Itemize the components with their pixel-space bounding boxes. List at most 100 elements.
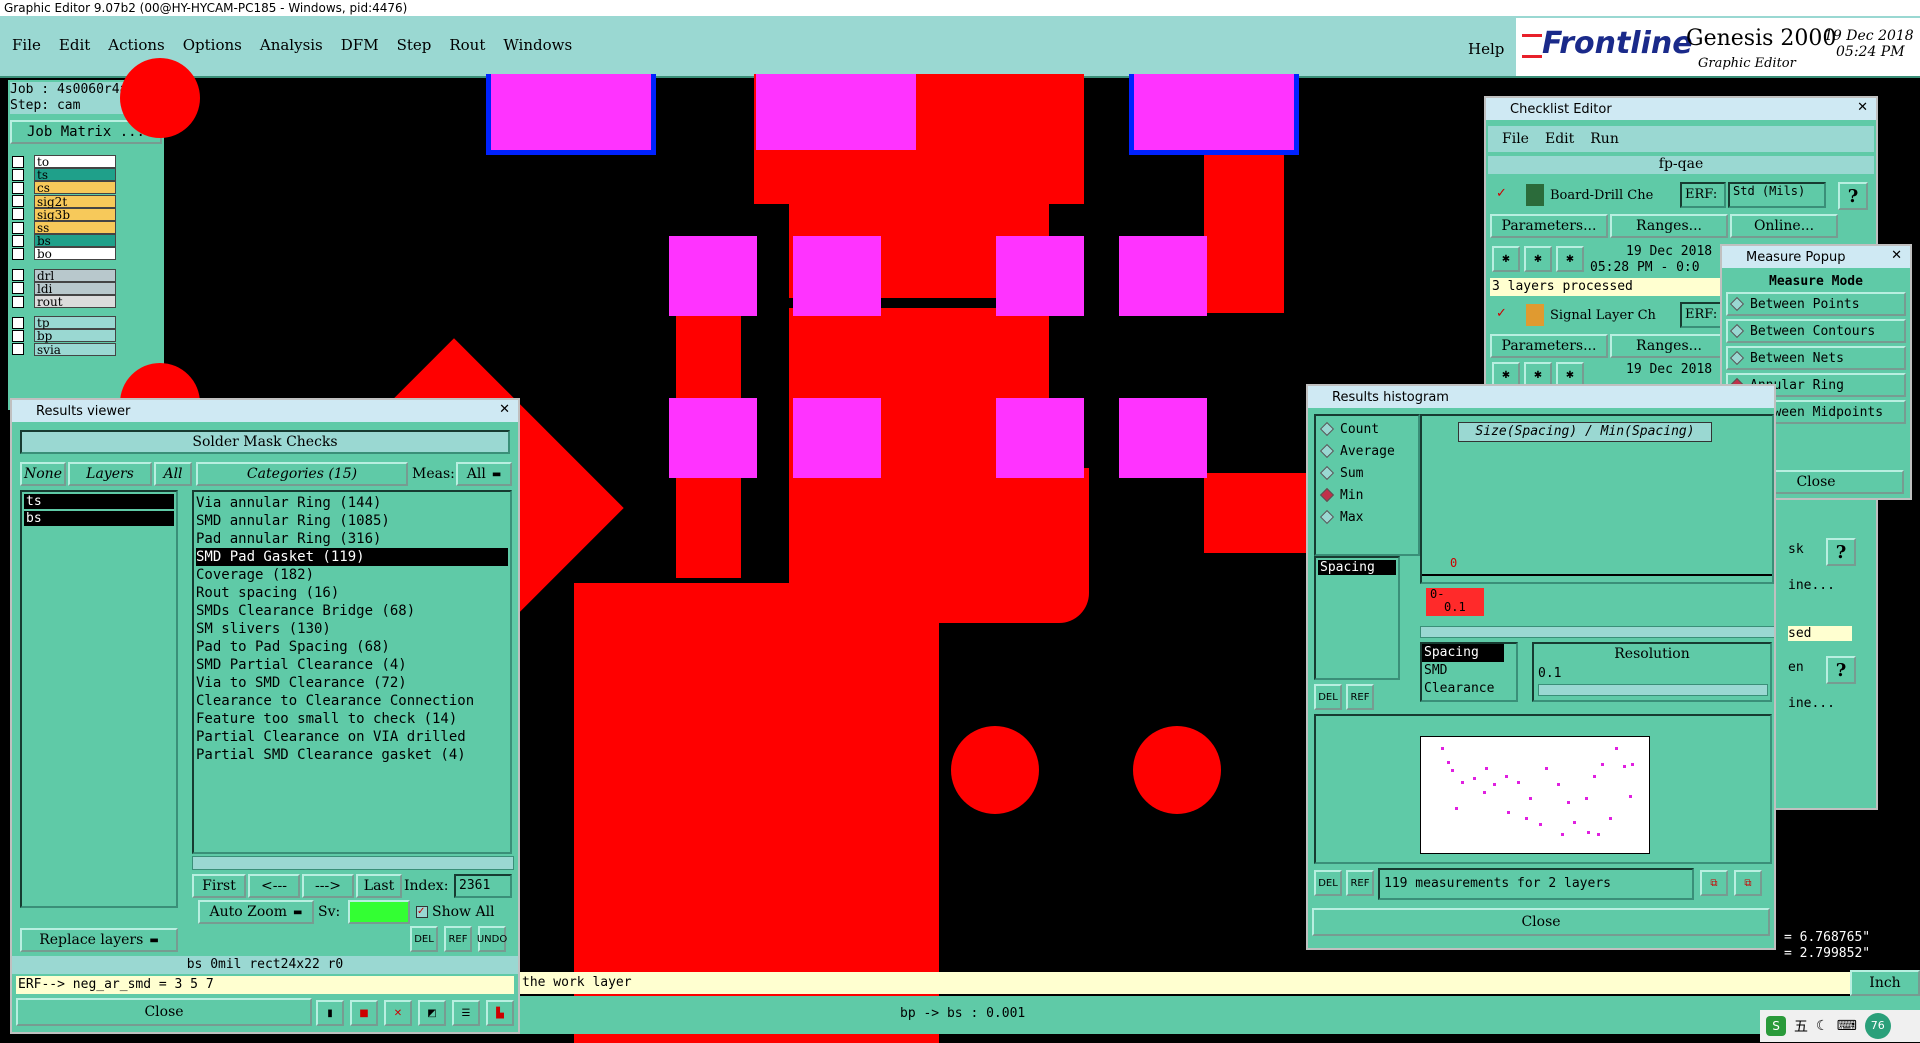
- run-icon[interactable]: ✱: [1524, 246, 1552, 272]
- histogram-mode-count[interactable]: Count: [1318, 418, 1416, 440]
- layer-name[interactable]: svia: [34, 342, 116, 356]
- layer-checkbox[interactable]: [12, 269, 24, 282]
- category-item[interactable]: Rout spacing (16): [196, 584, 508, 602]
- keyboard-icon[interactable]: ⌨: [1837, 1018, 1857, 1034]
- layer-checkbox[interactable]: [12, 329, 24, 342]
- histogram-mode-min[interactable]: Min: [1318, 484, 1416, 506]
- minimap[interactable]: [1314, 714, 1772, 864]
- category-item[interactable]: Coverage (182): [196, 566, 508, 584]
- measure-mode-between-contours[interactable]: Between Contours: [1726, 319, 1906, 343]
- categories-button[interactable]: Categories (15): [196, 462, 408, 486]
- check-item-board-drill[interactable]: ✓ Board-Drill Che ERF: Std (Mils): [1494, 182, 1874, 210]
- layer-checkbox[interactable]: [12, 282, 24, 295]
- category-item[interactable]: SM slivers (130): [196, 620, 508, 638]
- category-item[interactable]: Pad annular Ring (316): [196, 530, 508, 548]
- ranges-button[interactable]: Ranges...: [1610, 334, 1728, 358]
- result-layer-item[interactable]: ts: [24, 494, 174, 509]
- attribute-list-2[interactable]: Spacing SMD Clearance: [1420, 642, 1518, 702]
- parameters-button[interactable]: Parameters...: [1490, 334, 1608, 358]
- histogram-mode-average[interactable]: Average: [1318, 440, 1416, 462]
- attribute-item[interactable]: Clearance: [1422, 680, 1516, 698]
- report-icon[interactable]: ☰: [452, 1000, 480, 1026]
- layer-checkbox[interactable]: [12, 181, 24, 194]
- graph-icon[interactable]: ◩: [418, 1000, 446, 1026]
- histogram-close-button[interactable]: Close: [1312, 908, 1770, 936]
- ranges-button[interactable]: Ranges...: [1610, 214, 1728, 238]
- layer-checkbox[interactable]: [12, 168, 24, 181]
- layers-button[interactable]: Layers: [68, 462, 152, 486]
- cross-icon[interactable]: ✕: [384, 1000, 412, 1026]
- measure-mode-between-points[interactable]: Between Points: [1726, 292, 1906, 316]
- undo-icon[interactable]: UNDO: [477, 926, 507, 952]
- next-button[interactable]: --->: [302, 874, 354, 898]
- histogram-mode-max[interactable]: Max: [1318, 506, 1416, 528]
- layer-name[interactable]: cs: [34, 181, 116, 195]
- run-icon[interactable]: ✱: [1556, 246, 1584, 272]
- prev-button[interactable]: <---: [248, 874, 300, 898]
- refresh-icon[interactable]: REF: [1346, 870, 1374, 896]
- layer-checkbox[interactable]: [12, 221, 24, 234]
- delete-icon[interactable]: DEL: [410, 926, 438, 952]
- record-icon[interactable]: ■: [350, 1000, 378, 1026]
- last-button[interactable]: Last: [356, 874, 402, 898]
- menu-dfm[interactable]: DFM: [341, 36, 379, 58]
- parameters-button[interactable]: Parameters...: [1490, 214, 1608, 238]
- result-layer-item[interactable]: bs: [24, 511, 174, 526]
- checklist-file-menu[interactable]: File: [1502, 131, 1529, 147]
- histogram-mode-sum[interactable]: Sum: [1318, 462, 1416, 484]
- show-all-checkbox[interactable]: ✓ Show All: [416, 904, 495, 920]
- resolution-slider[interactable]: [1538, 684, 1768, 696]
- measure-mode-between-nets[interactable]: Between Nets: [1726, 346, 1906, 370]
- category-item[interactable]: Via annular Ring (144): [196, 494, 508, 512]
- category-item[interactable]: SMD annular Ring (1085): [196, 512, 508, 530]
- ime-icon[interactable]: S: [1766, 1016, 1786, 1036]
- menu-rout[interactable]: Rout: [449, 36, 485, 58]
- layer-checkbox[interactable]: [12, 247, 24, 260]
- histogram-scrollbar[interactable]: [1420, 626, 1774, 638]
- attribute-item[interactable]: Spacing: [1422, 644, 1504, 662]
- layer-row-rout[interactable]: rout: [12, 294, 116, 309]
- layer-name[interactable]: bs: [34, 234, 116, 248]
- histogram-bar[interactable]: 0- 0.1: [1426, 588, 1484, 616]
- layer-name[interactable]: ts: [34, 168, 116, 182]
- category-item[interactable]: SMD Pad Gasket (119): [196, 548, 508, 566]
- attribute-selected[interactable]: Spacing: [1318, 560, 1396, 575]
- layer-checkbox[interactable]: [12, 208, 24, 221]
- close-icon[interactable]: ✕: [1857, 100, 1868, 115]
- layer-checkbox[interactable]: [12, 295, 24, 308]
- units-button[interactable]: Inch: [1850, 970, 1920, 996]
- layer-checkbox[interactable]: [12, 155, 24, 168]
- attribute-item[interactable]: SMD: [1422, 662, 1516, 680]
- category-item[interactable]: Partial SMD Clearance gasket (4): [196, 746, 508, 764]
- checklist-run-menu[interactable]: Run: [1590, 131, 1619, 147]
- layer-name[interactable]: sig3b: [34, 207, 116, 221]
- category-item[interactable]: Feature too small to check (14): [196, 710, 508, 728]
- layer-name[interactable]: sig2t: [34, 194, 116, 208]
- menu-analysis[interactable]: Analysis: [260, 36, 323, 58]
- category-item[interactable]: SMDs Clearance Bridge (68): [196, 602, 508, 620]
- chart-icon[interactable]: ▮: [316, 1000, 344, 1026]
- notification-badge[interactable]: 76: [1864, 1013, 1891, 1039]
- menu-options[interactable]: Options: [183, 36, 242, 58]
- menu-edit[interactable]: Edit: [59, 36, 90, 58]
- category-list[interactable]: Via annular Ring (144) SMD annular Ring (…: [192, 490, 512, 854]
- results-close-button[interactable]: Close: [16, 998, 312, 1026]
- layer-name[interactable]: tp: [34, 316, 116, 330]
- menu-step[interactable]: Step: [397, 36, 432, 58]
- refresh-icon[interactable]: REF: [1346, 684, 1374, 710]
- help-button[interactable]: ?: [1826, 656, 1856, 684]
- help-menu[interactable]: Help: [1468, 40, 1504, 58]
- category-item[interactable]: Pad to Pad Spacing (68): [196, 638, 508, 656]
- help-button[interactable]: ?: [1838, 182, 1868, 210]
- help-button[interactable]: ?: [1826, 538, 1856, 566]
- layer-name[interactable]: bp: [34, 329, 116, 343]
- close-icon[interactable]: ✕: [499, 402, 510, 417]
- category-scrollbar[interactable]: [192, 856, 514, 870]
- category-item[interactable]: Partial Clearance on VIA drilled: [196, 728, 508, 746]
- layer-name[interactable]: ss: [34, 221, 116, 235]
- attribute-list[interactable]: Spacing: [1314, 556, 1400, 680]
- layer-checkbox[interactable]: [12, 234, 24, 247]
- checklist-edit-menu[interactable]: Edit: [1545, 131, 1574, 147]
- layer-row-bo[interactable]: bo: [12, 246, 116, 261]
- replace-layers-dropdown[interactable]: Replace layers ▬: [20, 928, 178, 952]
